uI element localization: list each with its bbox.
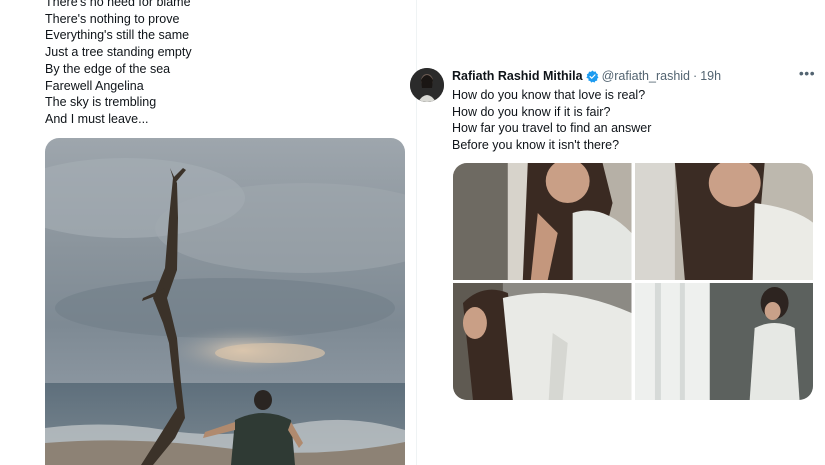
author-handle[interactable]: @rafiath_rashid	[602, 69, 690, 83]
tweet-header: Rafiath Rashid Mithila @rafiath_rashid ·…	[452, 68, 721, 84]
grid-photo-3[interactable]	[453, 283, 632, 400]
left-tweet-line: Farewell Angelina	[45, 78, 144, 93]
right-tweet-text: How do you know that love is real? How d…	[452, 87, 651, 154]
tweet-photo-grid	[453, 163, 813, 400]
left-tweet-text: There's no need for blame There's nothin…	[45, 0, 405, 128]
author-display-name[interactable]: Rafiath Rashid Mithila	[452, 69, 583, 83]
right-tweet-line: How do you know if it is fair?	[452, 104, 611, 119]
verified-badge-icon	[585, 70, 599, 83]
screenshot-canvas: There's no need for blame There's nothin…	[0, 0, 825, 465]
left-tweet-line: And I must leave...	[45, 111, 149, 126]
right-tweet-line: How far you travel to find an answer	[452, 121, 652, 136]
left-tweet-line: There's no need for blame	[45, 0, 191, 9]
author-avatar[interactable]	[410, 68, 444, 102]
left-tweet-line: The sky is trembling	[45, 95, 157, 110]
portrait-photo	[634, 163, 813, 280]
right-tweet-line: Before you know it isn't there?	[452, 138, 620, 153]
grid-photo-1[interactable]	[453, 163, 632, 280]
avatar-photo	[410, 68, 444, 102]
header-separator: ·	[693, 69, 698, 83]
portrait-photo	[453, 163, 632, 280]
grid-photo-2[interactable]	[634, 163, 813, 280]
more-options-icon[interactable]: •••	[798, 66, 816, 82]
grid-photo-4[interactable]	[634, 283, 813, 400]
left-tweet-line: Everything's still the same	[45, 28, 190, 43]
left-tweet-line: By the edge of the sea	[45, 61, 171, 76]
left-tweet-line: There's nothing to prove	[45, 11, 180, 26]
right-tweet-line: How do you know that love is real?	[452, 88, 646, 102]
left-tweet-photo[interactable]	[45, 138, 405, 465]
portrait-photo	[634, 283, 813, 400]
left-tweet-line: Just a tree standing empty	[45, 45, 192, 60]
portrait-photo	[453, 283, 632, 400]
tweet-timestamp[interactable]: 19h	[700, 69, 721, 83]
beach-photo	[45, 138, 405, 465]
